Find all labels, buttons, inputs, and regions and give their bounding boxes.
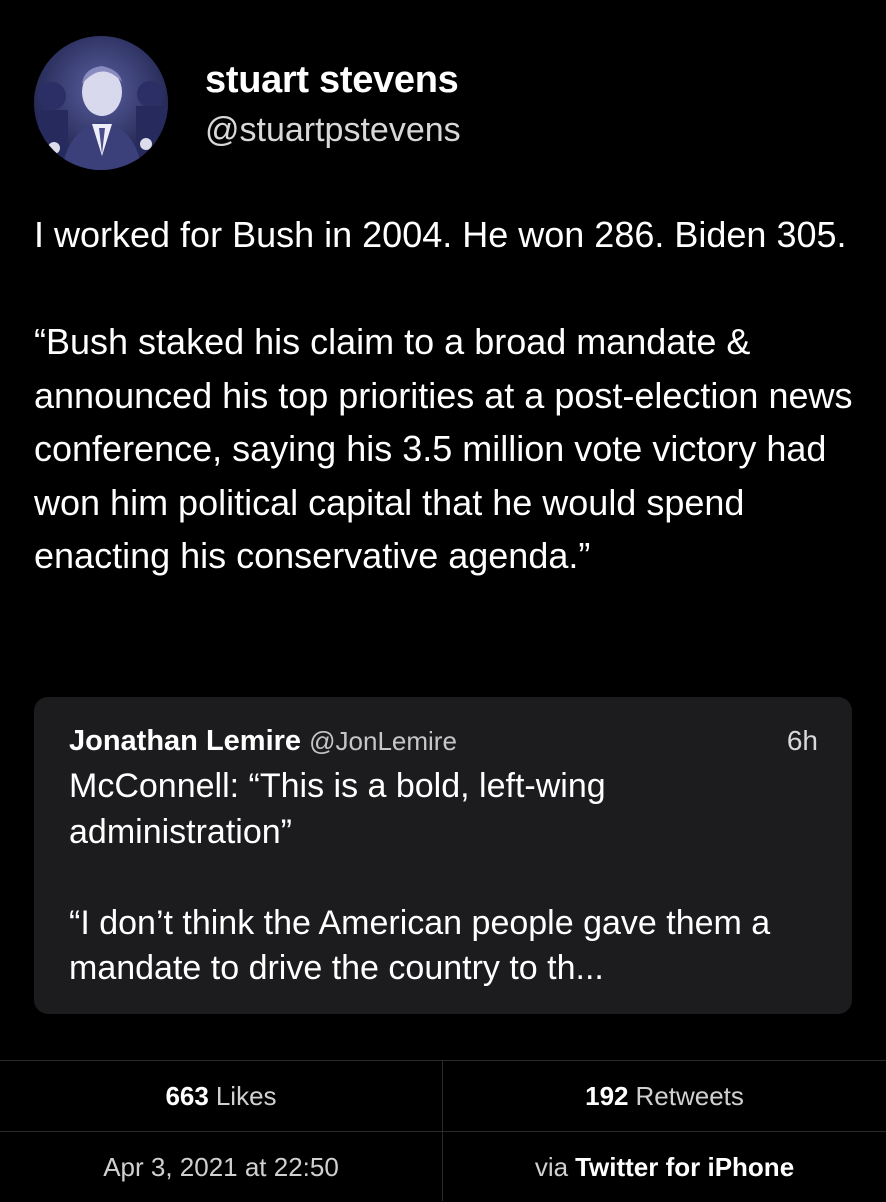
tweet-source: via Twitter for iPhone [443, 1132, 886, 1202]
timestamp-text: Apr 3, 2021 at 22:50 [103, 1151, 339, 1182]
tweet-text: I worked for Bush in 2004. He won 286. B… [34, 208, 864, 583]
author-handle[interactable]: @stuartpstevens [205, 110, 461, 150]
likes-count: 663 [165, 1080, 209, 1111]
retweets-stat[interactable]: 192 Retweets [443, 1061, 886, 1131]
likes-label: Likes [215, 1080, 277, 1111]
profile-photo-icon [34, 36, 168, 170]
quoted-tweet-time: 6h [786, 725, 818, 756]
likes-stat[interactable]: 663 Likes [0, 1061, 442, 1131]
via-label: via [534, 1151, 569, 1182]
tweet-paragraph: “Bush staked his claim to a broad mandat… [34, 321, 853, 576]
retweets-count: 192 [585, 1080, 629, 1111]
tweet-paragraph: I worked for Bush in 2004. He won 286. B… [34, 214, 847, 255]
quoted-tweet-paragraph: McConnell: “This is a bold, left-wing ad… [69, 767, 606, 851]
meta-row: Apr 3, 2021 at 22:50 via Twitter for iPh… [0, 1132, 886, 1201]
source-app[interactable]: Twitter for iPhone [575, 1152, 794, 1183]
tweet-stats: 663 Likes 192 Retweets Apr 3, 2021 at 22… [0, 1060, 886, 1201]
retweets-label: Retweets [635, 1080, 744, 1111]
avatar[interactable] [34, 36, 168, 170]
quoted-tweet-card[interactable]: Jonathan Lemire @JonLemire 6h McConnell:… [34, 697, 852, 1014]
quoted-author-name: Jonathan Lemire [69, 725, 302, 757]
quoted-tweet-header: Jonathan Lemire @JonLemire [69, 723, 457, 759]
quoted-tweet-text: McConnell: “This is a bold, left-wing ad… [69, 764, 829, 992]
stats-divider [442, 1061, 443, 1201]
quoted-author-handle: @JonLemire [309, 726, 457, 756]
tweet-timestamp: Apr 3, 2021 at 22:50 [0, 1132, 442, 1202]
quoted-tweet-paragraph: “I don’t think the American people gave … [69, 903, 771, 988]
engagement-row: 663 Likes 192 Retweets [0, 1061, 886, 1132]
author-display-name[interactable]: stuart stevens [205, 58, 459, 102]
